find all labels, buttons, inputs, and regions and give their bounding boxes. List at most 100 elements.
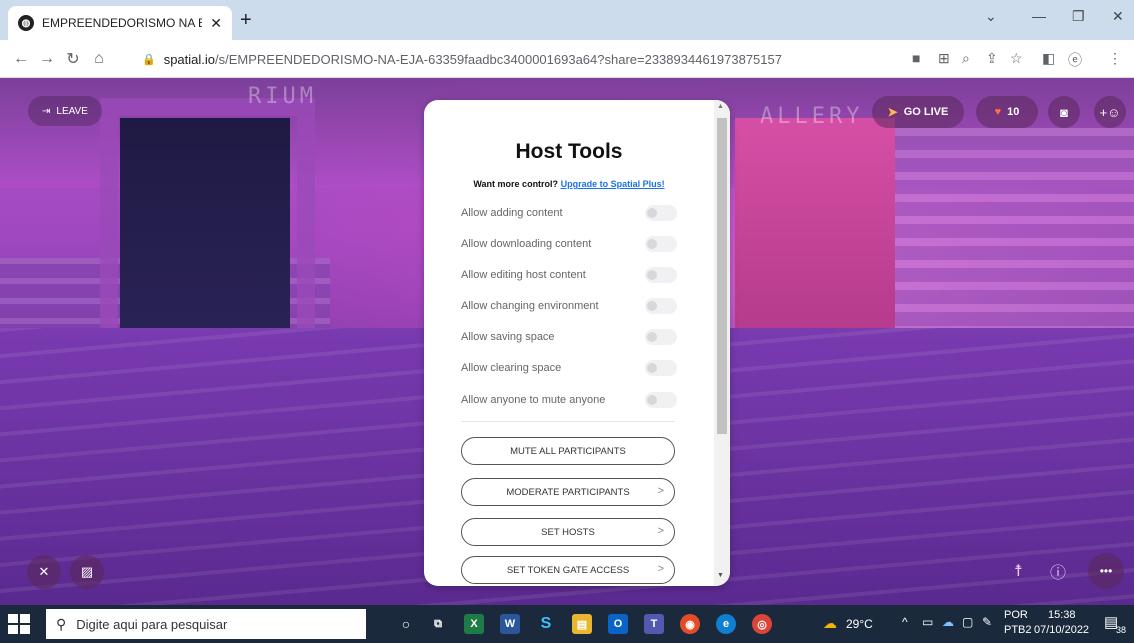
sidebar-icon[interactable]: ◧	[1042, 50, 1055, 67]
cortana-icon[interactable]: ○	[396, 614, 416, 634]
lock-icon[interactable]: 🔒	[142, 53, 156, 66]
help-icon[interactable]: ⓘ	[1050, 559, 1066, 583]
notification-count: 38	[1116, 625, 1127, 635]
chrome-app-icon[interactable]: ◉	[680, 614, 700, 634]
skype-icon[interactable]: S	[536, 614, 556, 634]
outlook-icon[interactable]: O	[608, 614, 628, 634]
excel-icon[interactable]: X	[464, 614, 484, 634]
tray-chevron-icon[interactable]: ^	[902, 615, 908, 629]
scroll-thumb[interactable]	[717, 118, 727, 434]
screenshot-button[interactable]: ◙	[1048, 96, 1080, 128]
zoom-icon[interactable]: ⌕	[962, 50, 970, 67]
camera-toggle-button[interactable]: ▨	[70, 555, 104, 589]
toggle-switch[interactable]	[645, 267, 677, 283]
language-code[interactable]: POR	[1004, 609, 1028, 621]
translate-icon[interactable]: ⊞	[938, 50, 950, 67]
action-label: SET HOSTS	[541, 526, 595, 538]
scene-left-doorway	[120, 118, 290, 358]
moderate-participants-button[interactable]: MODERATE PARTICIPANTS >	[461, 478, 675, 506]
tab-close-icon[interactable]: ✕	[210, 15, 222, 32]
toggle-switch[interactable]	[645, 236, 677, 252]
edge-icon[interactable]: e	[716, 614, 736, 634]
chevron-right-icon: >	[657, 525, 664, 537]
chrome-icon[interactable]: ◎	[752, 614, 772, 634]
onedrive-icon[interactable]: ☁	[942, 615, 954, 629]
upgrade-link[interactable]: Upgrade to Spatial Plus!	[561, 179, 665, 189]
camera-icon[interactable]: ■	[912, 50, 920, 66]
setting-allow-changing-environment: Allow changing environment	[461, 296, 677, 316]
sign-right: ALLERY	[760, 104, 864, 129]
leave-button[interactable]: ⇥ LEAVE	[28, 96, 102, 126]
toggle-switch[interactable]	[645, 329, 677, 345]
setting-allow-adding-content: Allow adding content	[461, 203, 677, 223]
browser-toolbar: ← → ↻ ⌂ 🔒 spatial.io/s/EMPREENDEDORISMO-…	[0, 40, 1134, 78]
keyboard-layout[interactable]: PTB2	[1004, 624, 1032, 636]
broadcast-icon: ➤	[887, 105, 898, 119]
mic-toggle-button[interactable]: ✕	[27, 555, 61, 589]
spatial-3d-scene[interactable]: RIUM ALLERY ⇥ LEAVE ➤ GO LIVE ♥ 10 ◙ +☺ …	[0, 78, 1134, 605]
toggle-switch[interactable]	[645, 360, 677, 376]
address-bar[interactable]: 🔒 spatial.io/s/EMPREENDEDORISMO-NA-EJA-6…	[132, 45, 992, 73]
hearts-button[interactable]: ♥ 10	[976, 96, 1038, 128]
mute-all-participants-button[interactable]: MUTE ALL PARTICIPANTS	[461, 437, 675, 465]
toggle-knob	[647, 363, 657, 373]
menu-icon[interactable]: ⋮	[1108, 50, 1122, 67]
toggle-switch[interactable]	[645, 298, 677, 314]
go-live-button[interactable]: ➤ GO LIVE	[872, 96, 964, 128]
set-hosts-button[interactable]: SET HOSTS >	[461, 518, 675, 546]
scene-right-opening	[735, 118, 895, 328]
set-token-gate-access-button[interactable]: SET TOKEN GATE ACCESS >	[461, 556, 675, 584]
sign-left: RIUM	[248, 84, 317, 109]
weather-temp[interactable]: 29°C	[846, 617, 873, 631]
windows-start-icon[interactable]	[8, 614, 30, 634]
more-icon: •••	[1099, 564, 1113, 578]
toggle-switch[interactable]	[645, 392, 677, 408]
new-tab-button[interactable]: +	[240, 10, 252, 30]
setting-label: Allow clearing space	[461, 362, 562, 374]
setting-label: Allow downloading content	[461, 238, 592, 250]
upgrade-line: Want more control? Upgrade to Spatial Pl…	[424, 179, 714, 189]
host-tools-content: Host Tools Want more control? Upgrade to…	[424, 100, 714, 586]
setting-label: Allow anyone to mute anyone	[461, 394, 606, 406]
clock-time[interactable]: 15:38	[1048, 609, 1076, 621]
scroll-up-icon[interactable]: ▲	[717, 103, 724, 110]
toggle-switch[interactable]	[645, 205, 677, 221]
pen-icon[interactable]: ✎	[982, 615, 992, 629]
forward-icon[interactable]: →	[34, 50, 60, 68]
add-user-icon: +☺	[1099, 104, 1121, 120]
word-icon[interactable]: W	[500, 614, 520, 634]
chevron-down-icon[interactable]: ⌄	[985, 8, 997, 25]
panel-scrollbar[interactable]: ▲ ▼	[714, 100, 730, 586]
more-button[interactable]: •••	[1088, 553, 1124, 589]
mic-off-icon: ✕	[38, 564, 50, 579]
teams-icon[interactable]: T	[644, 614, 664, 634]
chevron-right-icon: >	[657, 563, 664, 575]
back-icon[interactable]: ←	[8, 50, 34, 68]
close-icon[interactable]: ✕	[1112, 8, 1124, 25]
reload-icon[interactable]: ↻	[60, 49, 86, 69]
invite-button[interactable]: +☺	[1094, 96, 1126, 128]
share-icon[interactable]: ⇪	[986, 50, 998, 67]
extension-icon[interactable]: ⓔ	[1068, 50, 1082, 70]
network-icon[interactable]: ▭	[922, 615, 933, 629]
task-view-icon[interactable]: ⧉	[428, 614, 448, 634]
file-explorer-icon[interactable]: ▤	[572, 614, 592, 634]
scroll-down-icon[interactable]: ▼	[717, 572, 724, 579]
display-icon[interactable]: ▢	[962, 615, 973, 629]
restore-icon[interactable]: ❐	[1072, 8, 1085, 25]
panel-title: Host Tools	[515, 140, 623, 163]
star-icon[interactable]: ☆	[1010, 50, 1023, 67]
host-tools-panel: Host Tools Want more control? Upgrade to…	[424, 100, 730, 586]
taskbar-search-input[interactable]: ⚲ Digite aqui para pesquisar	[46, 609, 366, 639]
avatar-pose-icon[interactable]: ☨	[1014, 561, 1023, 581]
clock-date[interactable]: 07/10/2022	[1034, 624, 1089, 636]
minimize-icon[interactable]: —	[1032, 8, 1046, 24]
camera-off-icon: ▨	[80, 564, 94, 579]
home-icon[interactable]: ⌂	[86, 50, 112, 68]
setting-allow-editing-host-content: Allow editing host content	[461, 265, 677, 285]
weather-icon[interactable]: ☁	[823, 615, 837, 632]
heart-icon: ♥	[994, 106, 1002, 118]
chevron-right-icon: >	[657, 485, 664, 497]
browser-tab[interactable]: ◍ EMPREENDEDORISMO NA EJA | S ✕	[8, 6, 232, 40]
hearts-count: 10	[1007, 106, 1020, 118]
